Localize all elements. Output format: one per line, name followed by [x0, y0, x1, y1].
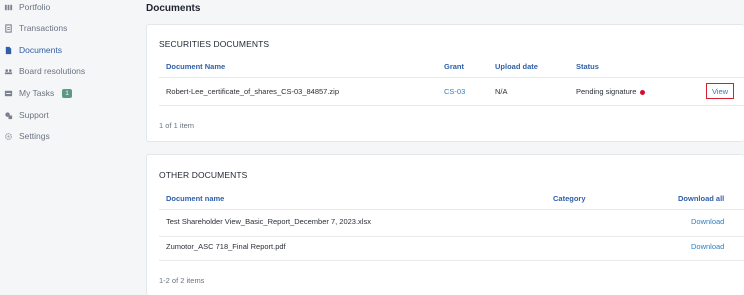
pagination-text: 1-2 of 2 items: [159, 276, 205, 285]
grant-link[interactable]: CS-03: [444, 87, 465, 96]
sidebar-item-documents[interactable]: Documents: [4, 43, 62, 57]
row-divider: [159, 105, 744, 106]
sidebar-item-label: Settings: [19, 131, 50, 141]
download-all-button[interactable]: Download all: [678, 194, 724, 203]
header-divider: [159, 209, 744, 210]
status-text: Pending signature: [576, 87, 637, 96]
document-name-cell: Robert-Lee_certificate_of_shares_CS-03_8…: [166, 87, 340, 96]
sidebar-item-label: Portfolio: [19, 2, 51, 12]
view-button[interactable]: View: [706, 83, 734, 99]
sidebar-item-transactions[interactable]: Transactions: [4, 21, 67, 35]
sidebar-item-portfolio[interactable]: Portfolio: [4, 0, 50, 14]
pagination-text: 1 of 1 item: [159, 121, 195, 130]
column-header-grant: Grant: [444, 62, 465, 71]
sidebar-item-label: Board resolutions: [19, 66, 86, 76]
tasks-icon: [4, 89, 13, 98]
settings-icon: [4, 132, 13, 141]
sidebar: Portfolio Transactions Documents Board r…: [0, 0, 138, 295]
sidebar-item-settings[interactable]: Settings: [4, 129, 50, 143]
tasks-count-badge: 1: [62, 88, 72, 98]
sidebar-item-label: Documents: [19, 45, 62, 55]
download-link[interactable]: Download: [691, 242, 724, 251]
other-documents-card: OTHER DOCUMENTS Document name Category D…: [146, 154, 744, 295]
sidebar-item-my-tasks[interactable]: My Tasks 1: [4, 86, 72, 100]
transactions-icon: [4, 23, 13, 33]
document-name-cell: Zumotor_ASC 718_Final Report.pdf: [166, 242, 286, 251]
sidebar-item-label: Support: [19, 110, 49, 120]
column-header-document-name: Document Name: [166, 62, 226, 71]
column-header-document-name: Document name: [166, 194, 225, 203]
download-link[interactable]: Download: [691, 217, 724, 226]
securities-documents-card: SECURITIES DOCUMENTS Document Name Grant…: [146, 24, 744, 142]
page-title: Documents: [146, 3, 201, 14]
header-divider: [159, 77, 744, 78]
document-name-cell: Test Shareholder View_Basic_Report_Decem…: [166, 217, 371, 226]
status-dot-icon: [640, 89, 646, 95]
upload-date-cell: N/A: [495, 87, 508, 96]
sidebar-item-board-resolutions[interactable]: Board resolutions: [4, 64, 85, 78]
column-header-status: Status: [576, 62, 599, 71]
support-icon: [4, 111, 13, 120]
sidebar-item-label: My Tasks: [19, 88, 55, 98]
column-header-upload-date: Upload date: [495, 62, 538, 71]
board-resolutions-icon: [4, 67, 13, 76]
row-divider: [159, 260, 744, 261]
other-documents-title: OTHER DOCUMENTS: [159, 170, 248, 180]
row-divider: [159, 236, 744, 237]
portfolio-icon: [4, 3, 13, 12]
sidebar-item-support[interactable]: Support: [4, 108, 49, 122]
documents-icon: [4, 46, 13, 55]
sidebar-item-label: Transactions: [19, 23, 68, 33]
securities-documents-title: SECURITIES DOCUMENTS: [159, 39, 270, 49]
column-header-category: Category: [553, 194, 586, 203]
status-cell: Pending signature: [576, 87, 646, 96]
